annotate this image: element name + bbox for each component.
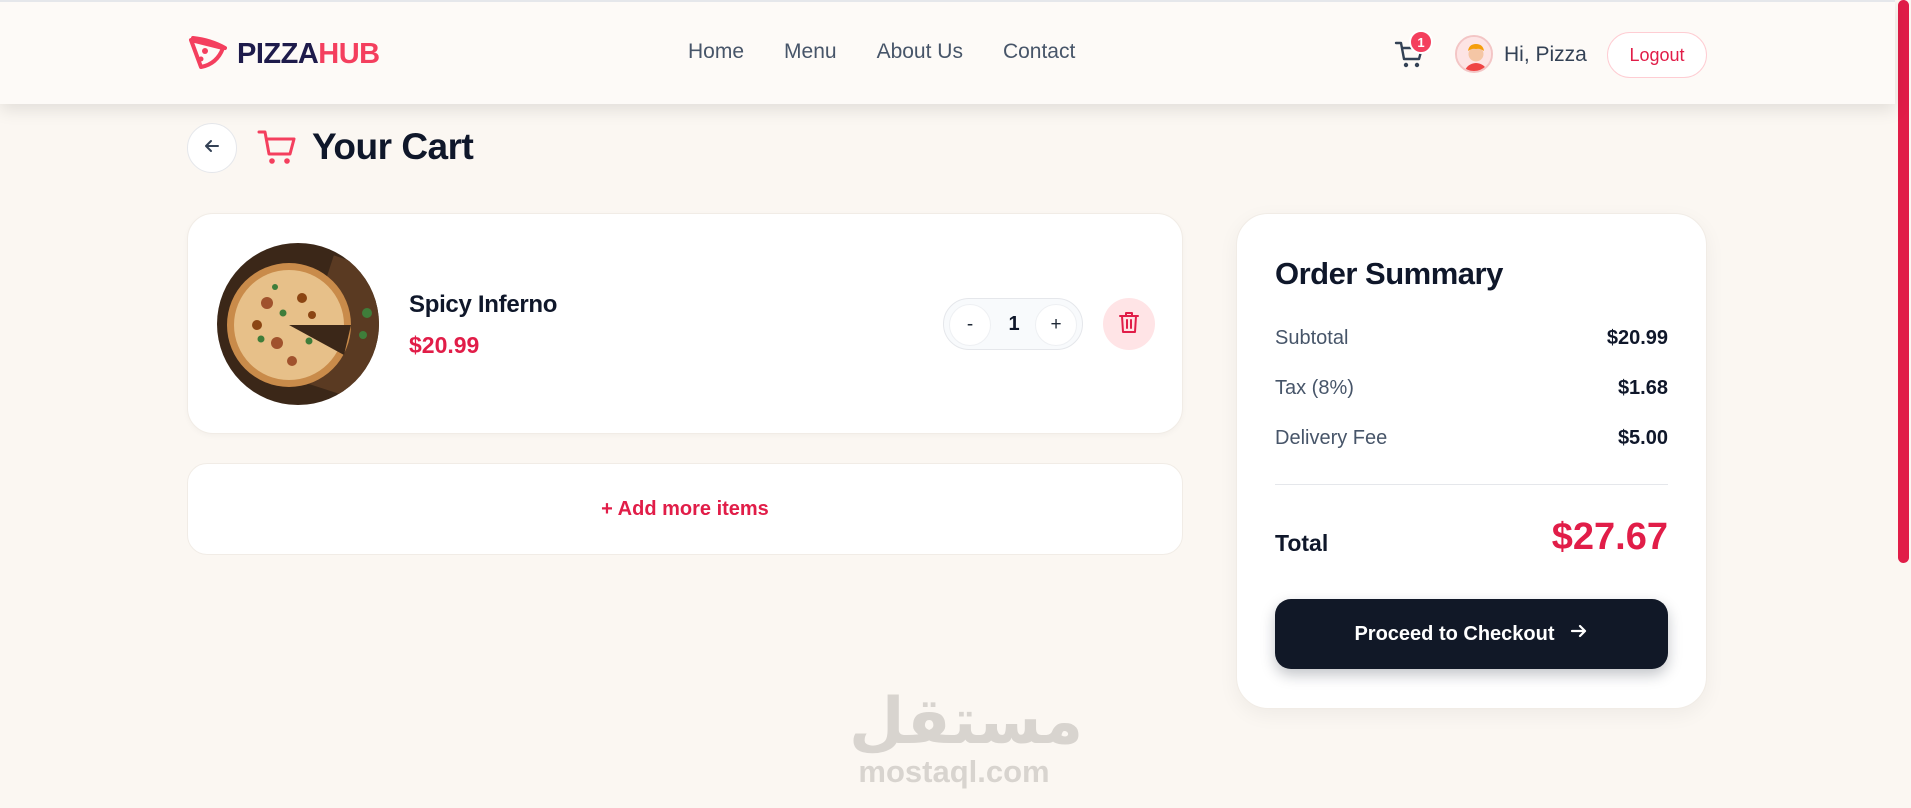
trash-icon (1118, 310, 1140, 339)
nav-link-home[interactable]: Home (688, 40, 744, 64)
summary-label: Delivery Fee (1275, 427, 1388, 449)
cart-count-badge: 1 (1409, 30, 1433, 54)
summary-value: $5.00 (1617, 427, 1668, 449)
checkout-button[interactable]: Proceed to Checkout (1275, 599, 1668, 669)
summary-value: $1.68 (1617, 377, 1668, 399)
summary-label: Subtotal (1275, 327, 1349, 349)
user-greeting: Hi, Pizza (1504, 43, 1587, 66)
total-label: Total (1275, 530, 1329, 556)
watermark: مستقل mostaql.com (849, 685, 1084, 790)
summary-divider (1275, 484, 1668, 485)
back-button[interactable] (187, 123, 237, 173)
arrow-left-icon (202, 136, 222, 161)
quantity-stepper: - 1 + (943, 298, 1083, 350)
watermark-latin: mostaql.com (858, 754, 1050, 789)
item-price: $20.99 (409, 332, 480, 358)
nav-link-contact[interactable]: Contact (1003, 40, 1075, 64)
nav-link-menu[interactable]: Menu (784, 40, 837, 64)
quantity-value: 1 (1008, 313, 1020, 335)
summary-value: $20.99 (1606, 327, 1668, 349)
remove-item-button[interactable] (1103, 298, 1155, 350)
summary-title: Order Summary (1275, 256, 1503, 291)
nav-link-about[interactable]: About Us (877, 40, 963, 64)
arrow-right-icon (1569, 621, 1589, 647)
cart-title-icon (256, 126, 298, 168)
decrease-quantity-button[interactable]: - (949, 304, 991, 346)
page-title: Your Cart (312, 126, 474, 167)
summary-label: Tax (8%) (1275, 377, 1354, 399)
item-name: Spicy Inferno (409, 291, 558, 318)
order-summary-card: Order Summary Subtotal $20.99 Tax (8%) $… (1236, 213, 1707, 709)
summary-row-tax: Tax (8%) $1.68 (1275, 377, 1668, 400)
summary-row-delivery: Delivery Fee $5.00 (1275, 427, 1668, 450)
pizza-image (217, 243, 379, 405)
brand-logo[interactable]: PIZZAHUB (187, 34, 380, 75)
watermark-arabic: مستقل (849, 685, 1084, 759)
logout-button[interactable]: Logout (1607, 32, 1707, 78)
total-value: $27.67 (1551, 516, 1668, 558)
checkout-label: Proceed to Checkout (1354, 622, 1555, 645)
scrollbar-thumb[interactable] (1898, 0, 1909, 563)
user-avatar-icon[interactable] (1455, 35, 1493, 73)
increase-quantity-button[interactable]: + (1035, 304, 1077, 346)
navbar: PIZZAHUB Home Menu About Us Contact 1 Hi… (0, 0, 1895, 104)
add-more-items-button[interactable]: + Add more items (187, 463, 1183, 555)
brand-name: PIZZAHUB (237, 38, 380, 70)
pizza-logo-icon (187, 34, 227, 75)
main-nav: Home Menu About Us Contact (688, 40, 1075, 64)
cart-item-card: Spicy Inferno $20.99 - 1 + (187, 213, 1183, 434)
summary-row-subtotal: Subtotal $20.99 (1275, 327, 1668, 350)
